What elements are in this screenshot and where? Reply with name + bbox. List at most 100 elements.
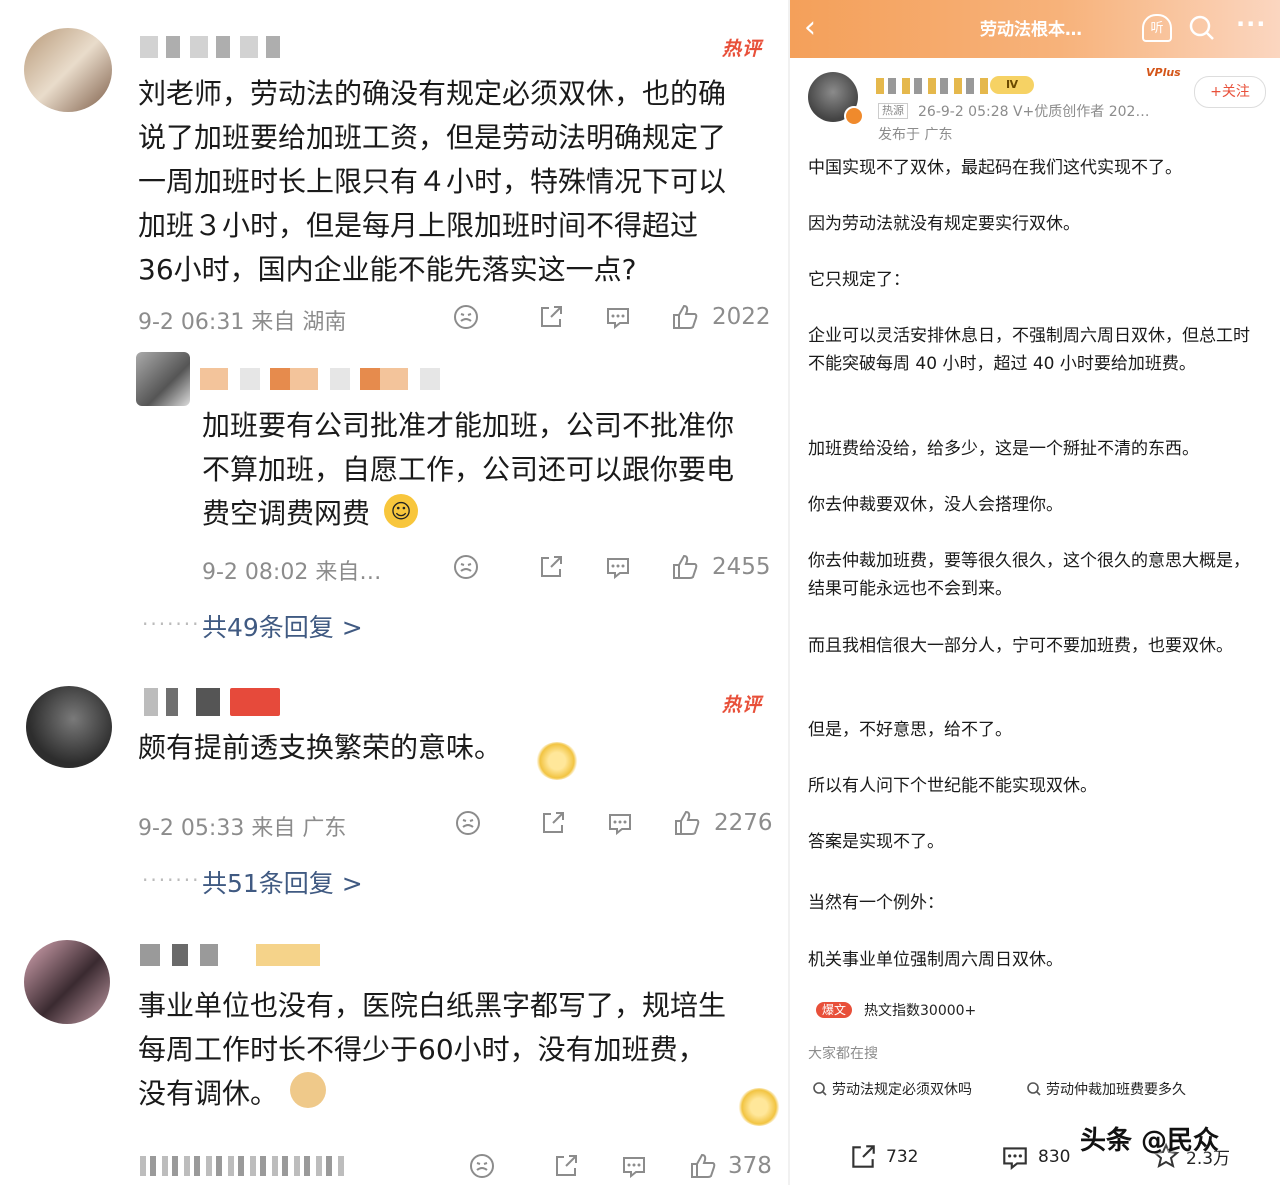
share-button[interactable]: 732	[848, 1142, 918, 1172]
article-title: 劳动法根本…	[980, 20, 1082, 40]
share-button[interactable]	[537, 553, 565, 581]
author-name-blurred[interactable]	[876, 78, 988, 94]
search-tag-label: 劳动法规定必须双休吗	[832, 1082, 972, 1098]
comment-icon	[609, 814, 631, 836]
view-replies-link[interactable]: 共49条回复 >	[202, 608, 363, 644]
dislike-icon	[470, 1154, 494, 1178]
share-icon	[556, 1155, 577, 1176]
share-button[interactable]	[539, 809, 567, 837]
hot-comment-badge: 热评	[722, 694, 763, 716]
share-icon	[541, 306, 562, 327]
like-count: 2276	[714, 810, 773, 836]
username-blurred[interactable]	[200, 368, 440, 390]
avatar[interactable]	[26, 686, 112, 768]
avatar[interactable]	[136, 352, 190, 406]
hot-index: 热文指数30000+	[864, 1003, 977, 1019]
dislike-button[interactable]	[452, 303, 480, 331]
share-icon	[543, 812, 564, 833]
dislike-button[interactable]	[468, 1152, 496, 1180]
reply-button[interactable]	[620, 1152, 648, 1180]
vplus-badge: VPlus	[1146, 66, 1181, 79]
comment-icon	[1003, 1147, 1027, 1170]
username-blurred[interactable]	[144, 688, 220, 716]
username-blurred[interactable]	[140, 36, 280, 58]
avatar[interactable]	[24, 940, 110, 1024]
paragraph: 而且我相信很大一部分人，宁可不要加班费，也要双休。	[808, 636, 1233, 656]
share-icon	[541, 556, 562, 577]
watermark: 头条 @民众	[1080, 1126, 1220, 1156]
reply-text: 加班要有公司批准才能加班，公司不批准你 不算加班，自愿工作，公司还可以跟你要电 …	[202, 409, 735, 530]
paragraph: 中国实现不了双休，最起码在我们这代实现不了。	[808, 158, 1182, 178]
badge-red	[230, 688, 280, 716]
source-badge: 热源	[878, 103, 908, 119]
like-button[interactable]: 2022	[670, 302, 771, 332]
reply-button[interactable]	[606, 809, 634, 837]
more-icon[interactable]: ···	[1236, 10, 1266, 38]
like-count: 2022	[712, 304, 771, 330]
comment-icon	[607, 558, 629, 580]
comment-meta: 9-2 05:33 来自 广东	[138, 816, 347, 841]
article-panel: ‹ 劳动法根本… 听 ··· Ⅳ VPlus +关注 热源 26-9-2 05:…	[790, 0, 1280, 1185]
replies-dots: ·······	[142, 868, 201, 892]
like-button[interactable]: 378	[688, 1151, 772, 1181]
search-icon	[813, 1082, 827, 1096]
comment-text: 颇有提前透支换繁荣的意味。	[138, 731, 503, 764]
dislike-icon	[454, 305, 478, 329]
like-count: 2455	[712, 554, 771, 580]
paragraph: 企业可以灵活安排休息日，不强制周六周日双休，但总工时不能突破每周 40 小时，超…	[808, 326, 1250, 374]
level-badge: Ⅳ	[990, 76, 1034, 94]
follow-button[interactable]: +关注	[1194, 76, 1266, 108]
searching-label: 大家都在搜	[808, 1046, 878, 1062]
listen-button[interactable]: 听	[1142, 14, 1172, 42]
publish-location: 发布于 广东	[878, 127, 953, 143]
avatar[interactable]	[24, 28, 112, 112]
reply-button[interactable]	[604, 303, 632, 331]
paragraph: 机关事业单位强制周六周日双休。	[808, 950, 1063, 970]
paragraph: 但是，不好意思，给不了。	[808, 720, 1012, 740]
paragraph: 答案是实现不了。	[808, 832, 944, 852]
search-tag[interactable]: 劳动法规定必须双休吗	[812, 1074, 972, 1104]
grin-emoji-icon: ☺	[384, 494, 418, 528]
share-icon	[852, 1145, 875, 1168]
doge-emoji-icon	[290, 1072, 326, 1108]
paragraph: 所以有人问下个世纪能不能实现双休。	[808, 776, 1097, 796]
gold-medal-icon	[536, 742, 578, 780]
view-replies-link[interactable]: 共51条回复 >	[202, 864, 363, 900]
comment-button[interactable]: 830	[1000, 1142, 1070, 1172]
comment-text: 刘老师，劳动法的确没有规定必须双休，也的确 说了加班要给加班工资，但是劳动法明确…	[138, 77, 727, 286]
thumbs-up-icon	[691, 1153, 716, 1178]
share-button[interactable]	[552, 1152, 580, 1180]
reply-meta: 9-2 08:02 来自…	[202, 560, 382, 585]
replies-dots: ·······	[142, 612, 201, 636]
search-tag[interactable]: 劳动仲裁加班费要多久	[1026, 1074, 1186, 1104]
comment-text: 事业单位也没有，医院白纸黑字都写了，规培生 每周工作时长不得少于60小时，没有加…	[138, 989, 727, 1110]
comment-icon	[607, 308, 629, 330]
search-icon	[1027, 1082, 1041, 1096]
like-button[interactable]: 2455	[670, 552, 771, 582]
top-bar: ‹ 劳动法根本… 听 ···	[790, 0, 1280, 58]
like-count: 378	[728, 1153, 772, 1179]
back-icon[interactable]: ‹	[804, 10, 816, 45]
username-blurred[interactable]	[140, 944, 320, 966]
comments-panel: 热评 刘老师，劳动法的确没有规定必须双休，也的确 说了加班要给加班工资，但是劳动…	[0, 0, 790, 1185]
search-tag-label: 劳动仲裁加班费要多久	[1046, 1082, 1186, 1098]
listen-label: 听	[1150, 21, 1164, 36]
hot-comment-badge: 热评	[722, 38, 763, 60]
paragraph: 因为劳动法就没有规定要实行双休。	[808, 214, 1080, 234]
paragraph: 加班费给没给，给多少，这是一个掰扯不清的东西。	[808, 439, 1199, 459]
like-button[interactable]: 2276	[672, 808, 773, 838]
share-count: 732	[886, 1147, 919, 1167]
dislike-button[interactable]	[452, 553, 480, 581]
thumbs-up-icon	[675, 810, 700, 835]
thumbs-up-icon	[673, 304, 698, 329]
search-icon[interactable]	[1188, 14, 1216, 42]
dislike-icon	[454, 555, 478, 579]
reply-button[interactable]	[604, 553, 632, 581]
share-button[interactable]	[537, 303, 565, 331]
thumbs-up-icon	[673, 554, 698, 579]
dislike-button[interactable]	[454, 809, 482, 837]
paragraph: 你去仲裁加班费，要等很久很久，这个很久的意思大概是，结果可能永远也不会到来。	[808, 551, 1250, 599]
comment-count: 830	[1038, 1147, 1071, 1167]
gold-medal-icon	[738, 1088, 780, 1126]
paragraph: 你去仲裁要双休，没人会搭理你。	[808, 495, 1063, 515]
